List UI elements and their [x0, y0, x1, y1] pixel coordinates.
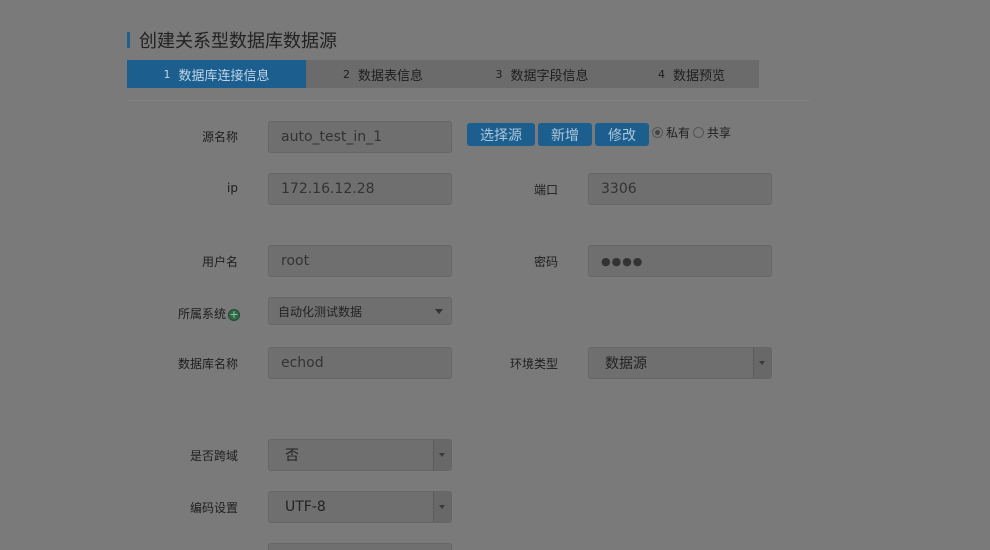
cross-domain-select-value: 否 — [285, 448, 299, 464]
encoding-select-value: UTF-8 — [285, 499, 326, 515]
username-input[interactable]: root — [268, 245, 452, 277]
db-name-label: 数据库名称 — [177, 357, 238, 371]
step-label: 数据字段信息 — [510, 68, 589, 84]
env-type-select-value: 数据源 — [605, 356, 647, 372]
port-input[interactable]: 3306 — [588, 173, 772, 205]
step-table-info[interactable]: 2 数据表信息 — [306, 60, 460, 88]
env-type-select[interactable]: 数据源 — [588, 347, 772, 379]
step-number: 2 — [342, 67, 350, 81]
step-connection-info[interactable]: 1 数据库连接信息 — [127, 60, 306, 88]
step-number: 3 — [495, 67, 503, 81]
source-name-input[interactable]: auto_test_in_1 — [268, 121, 452, 153]
page-title: 创建关系型数据库数据源 — [139, 31, 337, 52]
private-radio[interactable] — [652, 127, 663, 138]
ip-label: ip — [227, 181, 238, 195]
shared-radio-label: 共享 — [707, 126, 732, 140]
system-label-text: 所属系统 — [177, 307, 226, 321]
step-number: 1 — [163, 67, 171, 81]
port-label: 端口 — [533, 183, 558, 197]
step-label: 数据预览 — [672, 68, 725, 84]
step-label: 数据库连接信息 — [178, 68, 270, 84]
encoding-select[interactable]: UTF-8 — [268, 491, 452, 523]
step-field-info[interactable]: 3 数据字段信息 — [460, 60, 624, 88]
username-label: 用户名 — [201, 255, 238, 269]
password-label: 密码 — [533, 255, 558, 269]
ip-input[interactable]: 172.16.12.28 — [268, 173, 452, 205]
encoding-label: 编码设置 — [189, 501, 238, 515]
step-wizard: 1 数据库连接信息 2 数据表信息 3 数据字段信息 4 数据预览 — [127, 60, 759, 88]
title-accent-bar — [127, 32, 130, 48]
edit-source-button[interactable]: 修改 — [595, 123, 649, 146]
next-field-input[interactable] — [268, 543, 452, 550]
chevron-down-icon — [435, 309, 443, 314]
db-name-input[interactable]: echod — [268, 347, 452, 379]
password-input[interactable]: ●●●● — [588, 245, 772, 277]
step-number: 4 — [657, 67, 665, 81]
cross-domain-select[interactable]: 否 — [268, 439, 452, 471]
step-label: 数据表信息 — [357, 68, 423, 84]
chevron-down-icon[interactable] — [433, 440, 451, 470]
source-name-label: 源名称 — [201, 130, 238, 144]
shared-radio[interactable] — [693, 127, 705, 138]
system-select-value: 自动化测试数据 — [278, 304, 363, 319]
page-header: 创建关系型数据库数据源 — [127, 29, 337, 52]
private-radio-label: 私有 — [666, 126, 691, 140]
visibility-radio-group: 私有 共享 — [652, 124, 734, 141]
system-select[interactable]: 自动化测试数据 — [268, 297, 452, 325]
env-type-label: 环境类型 — [509, 357, 558, 371]
step-data-preview[interactable]: 4 数据预览 — [624, 60, 759, 88]
add-source-button[interactable]: 新增 — [538, 123, 592, 146]
chevron-down-icon[interactable] — [433, 492, 451, 522]
chevron-down-icon[interactable] — [753, 348, 771, 378]
plus-circle-icon[interactable]: + — [228, 308, 240, 321]
cross-domain-label: 是否跨域 — [189, 449, 238, 463]
select-source-button[interactable]: 选择源 — [467, 123, 535, 146]
system-label: 所属系统 + — [150, 305, 240, 322]
section-divider — [127, 100, 810, 101]
